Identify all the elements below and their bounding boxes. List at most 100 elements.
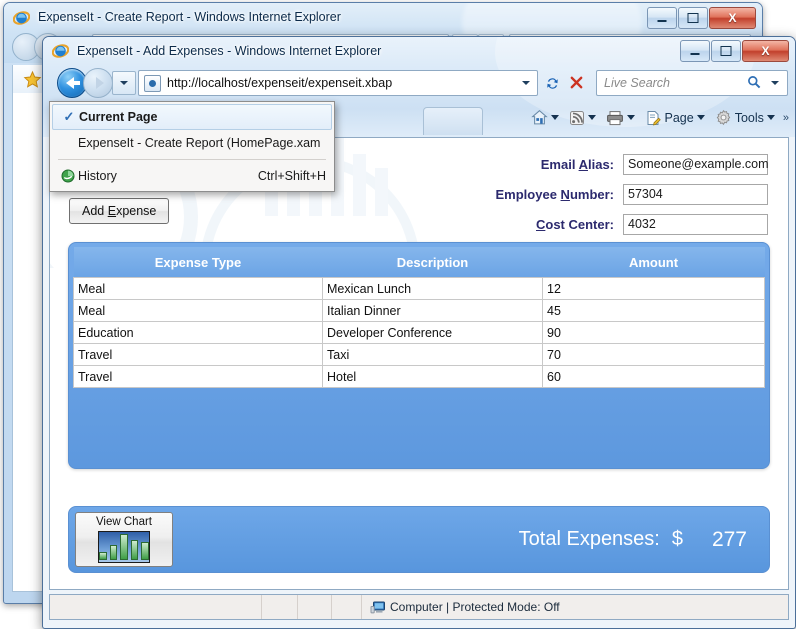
active-window-controls[interactable]: X (680, 40, 789, 62)
bar-chart-icon (98, 531, 150, 563)
search-input[interactable]: Live Search (596, 70, 788, 96)
cell-amount: 60 (543, 366, 765, 388)
tools-menu-label: Tools (735, 111, 764, 125)
background-window-title: ExpenseIt - Create Report - Windows Inte… (38, 10, 341, 24)
page-doc-icon (645, 110, 661, 126)
expense-form-fields: Email Alias: Someone@example.com Employe… (478, 152, 768, 242)
overflow-chevrons-icon[interactable]: » (783, 112, 789, 124)
total-expenses-label: Total Expenses: (519, 528, 660, 551)
history-icon (58, 169, 78, 183)
add-expense-button[interactable]: Add Expense (69, 198, 169, 224)
cell-description: Mexican Lunch (323, 278, 543, 300)
view-chart-label: View Chart (96, 516, 152, 529)
print-chevron-down-icon[interactable] (627, 115, 635, 120)
table-row[interactable]: Travel Taxi 70 (74, 344, 765, 366)
page-icon (144, 75, 161, 92)
summary-panel: View Chart Total Expenses: $ 277 (68, 506, 770, 573)
menu-item-current-page[interactable]: ✓ Current Page (52, 104, 332, 130)
menu-item-shortcut: Ctrl+Shift+H (258, 169, 326, 183)
email-alias-input[interactable]: Someone@example.com (623, 154, 768, 175)
field-email-alias: Email Alias: Someone@example.com (478, 152, 768, 176)
menu-item-label: ExpenseIt - Create Report (HomePage.xam (78, 136, 320, 150)
menu-item-create-report[interactable]: ExpenseIt - Create Report (HomePage.xam (52, 130, 332, 156)
cell-amount: 12 (543, 278, 765, 300)
navigation-toolbar: http://localhost/expenseit/expenseit.xba… (43, 65, 795, 99)
table-row[interactable]: Education Developer Conference 90 (74, 322, 765, 344)
search-icon[interactable] (747, 75, 761, 89)
cell-description: Hotel (323, 366, 543, 388)
cell-amount: 70 (543, 344, 765, 366)
page-menu-label: Page (664, 111, 693, 125)
page-content: Email Alias: Someone@example.com Employe… (49, 137, 789, 590)
check-icon: ✓ (59, 109, 79, 125)
cell-description: Taxi (323, 344, 543, 366)
active-window-titlebar[interactable]: ExpenseIt - Add Expenses - Windows Inter… (43, 37, 795, 64)
employee-number-input[interactable]: 57304 (623, 184, 768, 205)
refresh-button[interactable] (539, 70, 566, 96)
column-header-amount[interactable]: Amount (543, 247, 765, 278)
minimize-button[interactable] (647, 7, 677, 29)
maximize-button[interactable] (678, 7, 708, 29)
menu-separator (58, 159, 326, 160)
feeds-chevron-down-icon[interactable] (588, 115, 596, 120)
home-button[interactable] (527, 107, 563, 128)
employee-number-label: Employee Number: (496, 187, 614, 202)
address-url: http://localhost/expenseit/expenseit.xba… (167, 76, 392, 90)
cell-amount: 90 (543, 322, 765, 344)
forward-button[interactable] (83, 68, 113, 98)
computer-icon (370, 601, 385, 614)
expense-list-panel: Expense Type Description Amount Meal Mex… (68, 242, 770, 469)
total-expenses-area: Total Expenses: $ 277 (519, 507, 747, 572)
home-icon (531, 109, 548, 126)
column-header-expense-type[interactable]: Expense Type (74, 247, 323, 278)
view-chart-button[interactable]: View Chart (75, 512, 173, 567)
close-button[interactable]: X (709, 7, 756, 29)
cell-expense-type: Meal (74, 300, 323, 322)
printer-icon (606, 110, 624, 126)
email-alias-label: Email Alias: (541, 157, 614, 172)
search-chevron-down-icon[interactable] (771, 81, 779, 85)
recent-pages-dropdown[interactable]: ✓ Current Page ExpenseIt - Create Report… (49, 101, 335, 192)
background-window-titlebar[interactable]: ExpenseIt - Create Report - Windows Inte… (4, 3, 762, 31)
page-chevron-down-icon[interactable] (697, 115, 705, 120)
stop-button[interactable] (564, 70, 589, 94)
cell-expense-type: Meal (74, 278, 323, 300)
recent-pages-button[interactable] (112, 71, 136, 95)
tab-new[interactable] (423, 107, 483, 135)
security-zone-indicator[interactable]: Computer | Protected Mode: Off (362, 595, 568, 619)
tools-menu-button[interactable]: Tools (711, 107, 779, 128)
tools-chevron-down-icon[interactable] (767, 115, 775, 120)
menu-item-label: Current Page (79, 110, 158, 124)
address-bar[interactable]: http://localhost/expenseit/expenseit.xba… (138, 70, 538, 96)
table-header-row: Expense Type Description Amount (74, 247, 765, 278)
cost-center-input[interactable]: 4032 (623, 214, 768, 235)
cost-center-label: Cost Center: (536, 217, 614, 232)
cell-description: Italian Dinner (323, 300, 543, 322)
total-expenses-value: 277 (695, 528, 747, 552)
table-row[interactable]: Travel Hotel 60 (74, 366, 765, 388)
menu-item-label: History (78, 169, 117, 183)
field-cost-center: Cost Center: 4032 (478, 212, 768, 236)
active-browser-window[interactable]: ExpenseIt - Add Expenses - Windows Inter… (42, 36, 796, 629)
expense-table: Expense Type Description Amount Meal Mex… (73, 247, 765, 388)
rss-icon (569, 110, 585, 126)
minimize-button[interactable] (680, 40, 710, 62)
search-placeholder: Live Search (604, 76, 670, 90)
cell-amount: 45 (543, 300, 765, 322)
currency-symbol: $ (672, 528, 683, 551)
menu-item-history[interactable]: History Ctrl+Shift+H (52, 163, 332, 189)
table-row[interactable]: Meal Italian Dinner 45 (74, 300, 765, 322)
maximize-button[interactable] (711, 40, 741, 62)
home-chevron-down-icon[interactable] (551, 115, 559, 120)
page-menu-button[interactable]: Page (641, 108, 708, 128)
chevron-down-icon[interactable] (522, 81, 530, 85)
cell-description: Developer Conference (323, 322, 543, 344)
close-button[interactable]: X (742, 40, 789, 62)
print-button[interactable] (602, 108, 639, 128)
table-row[interactable]: Meal Mexican Lunch 12 (74, 278, 765, 300)
security-zone-text: Computer | Protected Mode: Off (390, 600, 560, 614)
background-window-controls[interactable]: X (647, 7, 756, 29)
ie-logo-icon (52, 42, 69, 59)
column-header-description[interactable]: Description (323, 247, 543, 278)
feeds-button[interactable] (565, 108, 600, 128)
